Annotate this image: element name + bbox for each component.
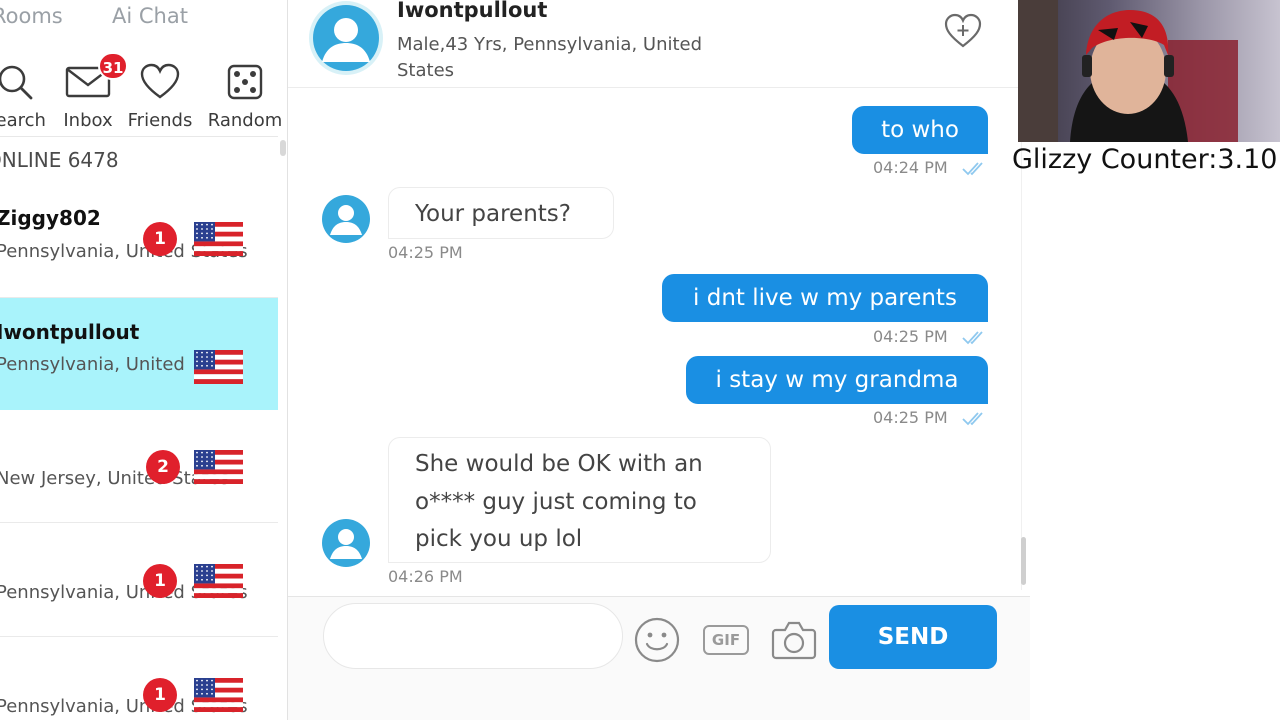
list-item[interactable]: New Jersey, United States 2	[0, 411, 278, 523]
online-count: ONLINE 6478	[0, 148, 119, 172]
outgoing-message: to who	[852, 106, 988, 154]
dice-icon	[227, 64, 263, 100]
unread-badge: 1	[143, 678, 177, 712]
send-button[interactable]: SEND	[829, 605, 997, 669]
chat-partner-name[interactable]: Iwontpullout	[397, 0, 547, 22]
message-timestamp: 04:25 PM	[873, 327, 948, 346]
camera-icon[interactable]	[771, 617, 817, 661]
emoji-icon[interactable]	[634, 617, 680, 663]
user-name: Ziggy802	[0, 206, 101, 230]
avatar[interactable]	[308, 0, 384, 76]
user-location: Pennsylvania, United	[0, 354, 185, 375]
message-timestamp: 04:24 PM	[873, 158, 948, 177]
incoming-message: Your parents?	[388, 187, 614, 239]
message-line: o**** guy just coming to	[415, 488, 697, 515]
outgoing-message: i dnt live w my parents	[662, 274, 988, 322]
incoming-message: She would be OK with an o**** guy just c…	[388, 437, 771, 563]
unread-badge: 2	[146, 450, 180, 484]
nav-friends[interactable]: Friends	[115, 60, 205, 134]
search-icon	[0, 65, 33, 100]
message-line: pick you up lol	[415, 526, 583, 552]
message-input[interactable]	[323, 603, 623, 669]
unread-badge: 1	[143, 564, 177, 598]
read-receipt-icon	[962, 331, 983, 345]
gif-button[interactable]: GIF	[703, 625, 749, 655]
avatar[interactable]	[321, 194, 371, 244]
divider	[0, 136, 278, 137]
tab-ai-chat[interactable]: Ai Chat	[112, 4, 188, 28]
list-item[interactable]: Ziggy802 Pennsylvania, United States 1	[0, 186, 278, 298]
avatar[interactable]	[321, 518, 371, 568]
message-timestamp: 04:26 PM	[388, 567, 463, 586]
conversation-sidebar: Rooms Ai Chat Search 31 Inbox Friends	[0, 0, 288, 720]
us-flag-icon	[194, 222, 243, 256]
read-receipt-icon	[962, 162, 983, 176]
overlay-counter-text: Glizzy Counter:3.10	[1012, 144, 1278, 175]
add-favorite-button[interactable]	[943, 12, 983, 50]
user-name: Iwontpullout	[0, 320, 140, 344]
message-timestamp: 04:25 PM	[388, 243, 463, 262]
streamer-webcam-image	[1018, 0, 1238, 142]
us-flag-icon	[194, 678, 243, 712]
us-flag-icon	[194, 450, 243, 484]
message-timestamp: 04:25 PM	[873, 408, 948, 427]
nav-friends-label: Friends	[127, 110, 193, 131]
us-flag-icon	[194, 564, 243, 598]
list-item[interactable]: Pennsylvania, United States 1	[0, 640, 278, 720]
list-item[interactable]: Pennsylvania, United States 1	[0, 525, 278, 637]
read-receipt-icon	[962, 412, 983, 426]
us-flag-icon	[194, 350, 243, 384]
sidebar-scrollbar[interactable]	[280, 140, 286, 156]
outgoing-message: i stay w my grandma	[686, 356, 988, 404]
chat-partner-info: Male,43 Yrs, Pennsylvania, United States	[397, 34, 703, 81]
tab-rooms[interactable]: Rooms	[0, 4, 63, 28]
list-item[interactable]: Iwontpullout Pennsylvania, United	[0, 298, 278, 410]
nav-random-label: Random	[207, 110, 283, 131]
webcam-overlay	[1018, 0, 1280, 142]
nav-random[interactable]: Random	[200, 60, 287, 134]
heart-icon	[140, 63, 180, 99]
message-scrollbar[interactable]	[1021, 537, 1026, 585]
chat-header: Iwontpullout Male,43 Yrs, Pennsylvania, …	[288, 0, 1022, 88]
message-composer: GIF SEND	[288, 596, 1030, 720]
unread-badge: 1	[143, 222, 177, 256]
message-line: She would be OK with an	[415, 451, 703, 477]
